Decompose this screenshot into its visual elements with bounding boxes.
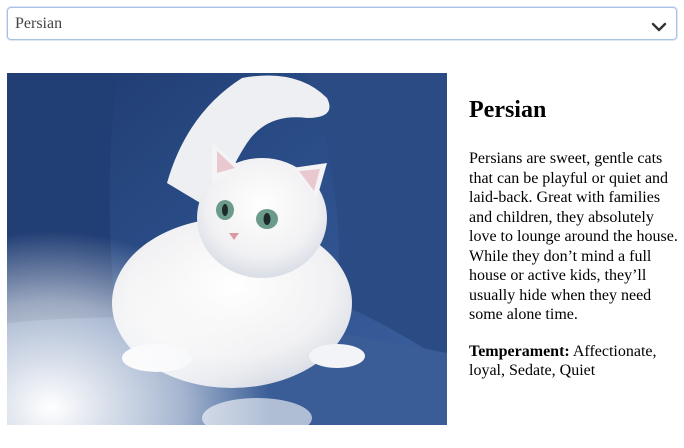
breed-info: Persian Persians are sweet, gentle cats … (469, 96, 681, 381)
breed-temperament: Temperament: Affectionate, loyal, Sedate… (469, 342, 681, 381)
temperament-label: Temperament: (469, 342, 570, 360)
breed-photo (7, 73, 447, 425)
breed-description: Persians are sweet, gentle cats that can… (469, 150, 678, 323)
breed-select-value: Persian (15, 15, 63, 32)
chevron-down-icon[interactable] (651, 18, 667, 32)
breed-select[interactable]: Persian (7, 7, 677, 40)
breed-name-heading: Persian (469, 97, 547, 123)
